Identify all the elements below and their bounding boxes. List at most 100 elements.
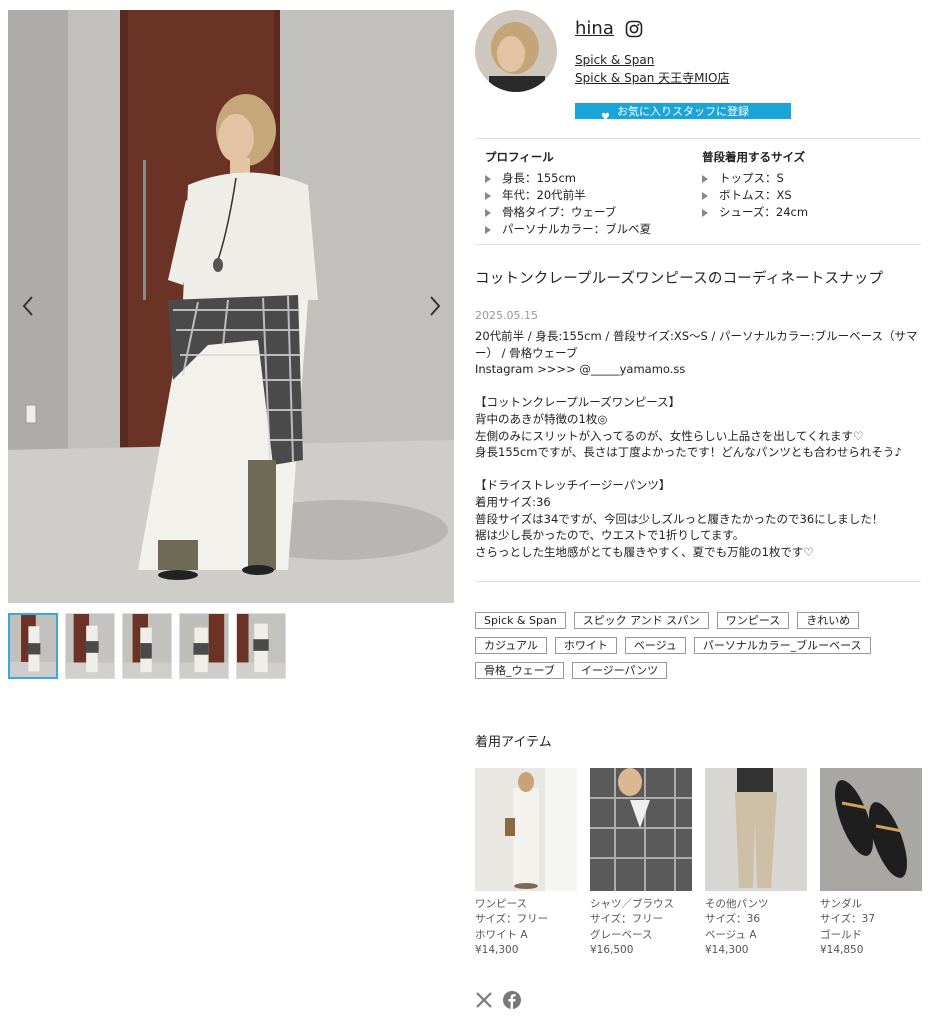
- chevron-right-icon: [430, 296, 441, 316]
- tag[interactable]: Spick & Span: [475, 612, 566, 629]
- article-line: 普段サイズは34ですが、今回は少しズルっと履きたかったので36にしました！: [475, 511, 884, 526]
- item-color: ベージュ A: [705, 928, 757, 941]
- profile-item: 骨格タイプ：ウェーブ: [485, 204, 651, 221]
- size-item-text: トップス：S: [719, 171, 784, 185]
- article-title: コットンクレープルーズワンピースのコーディネートスナップ: [475, 271, 884, 287]
- item-image[interactable]: [475, 768, 577, 891]
- profile-item: 身長：155cm: [485, 170, 651, 187]
- item-size: サイズ：フリー: [475, 913, 549, 926]
- store-link[interactable]: Spick & Span 天王寺MIO店: [575, 69, 729, 86]
- tag[interactable]: イージーパンツ: [571, 662, 668, 679]
- favorite-staff-label: お気に入りスタッフに登録: [617, 105, 749, 118]
- item-color: ゴールド: [820, 928, 862, 941]
- article-line: Instagram >>>> @_____yamamo.ss: [475, 362, 686, 377]
- brand-link[interactable]: Spick & Span: [575, 53, 654, 67]
- share-bar: [475, 991, 521, 1009]
- item-category: ワンピース: [475, 898, 527, 910]
- article-line: 着用サイズ:36: [475, 494, 551, 509]
- thumbnail-3[interactable]: [122, 613, 172, 679]
- chevron-left-icon: [22, 296, 33, 316]
- tag[interactable]: ホワイト: [554, 637, 617, 654]
- tag[interactable]: ワンピース: [716, 612, 790, 629]
- item-category: シャツ／ブラウス: [590, 898, 674, 910]
- article-line: 20代前半 / 身長:155cm / 普段サイズ:XS〜S / パーソナルカラー…: [475, 329, 918, 343]
- item-card[interactable]: その他パンツ サイズ：36 ベージュ A ¥14,300: [705, 768, 807, 958]
- staff-name-link[interactable]: hina: [575, 18, 614, 39]
- item-price: ¥14,850: [820, 943, 864, 956]
- profile-section: プロフィール 身長：155cm 年代：20代前半 骨格タイプ：ウェーブ パーソナ…: [485, 149, 651, 238]
- profile-item-text: 年代：20代前半: [502, 188, 586, 202]
- divider: [475, 138, 921, 139]
- triangle-bullet-icon: [485, 208, 491, 217]
- triangle-bullet-icon: [485, 225, 491, 234]
- item-category: サンダル: [820, 898, 862, 910]
- tag[interactable]: スピック アンド スパン: [573, 612, 709, 629]
- size-item-text: シューズ：24cm: [719, 205, 809, 219]
- prev-photo-button[interactable]: [16, 292, 40, 320]
- item-image[interactable]: [590, 768, 692, 891]
- triangle-bullet-icon: [702, 208, 708, 217]
- article-line: さらっとした生地感がとても履きやすく、夏でも万能の1枚です♡: [475, 544, 814, 559]
- size-item-text: ボトムス：XS: [719, 188, 792, 202]
- item-price: ¥16,500: [590, 943, 634, 956]
- article-line: [475, 461, 921, 478]
- thumbnail-2[interactable]: [65, 613, 115, 679]
- thumbnail-1[interactable]: [8, 613, 58, 679]
- profile-heading: プロフィール: [485, 150, 554, 164]
- instagram-icon[interactable]: [625, 20, 643, 38]
- article-line: 背中のあきが特徴の1枚◎: [475, 411, 608, 426]
- triangle-bullet-icon: [485, 191, 491, 200]
- item-color: グレーベース: [590, 928, 653, 941]
- profile-item: パーソナルカラー：ブルベ夏: [485, 221, 651, 238]
- profile-item-text: 身長：155cm: [502, 171, 576, 185]
- items-heading: 着用アイテム: [475, 735, 552, 750]
- item-price: ¥14,300: [705, 943, 749, 956]
- triangle-bullet-icon: [702, 191, 708, 200]
- size-item: ボトムス：XS: [702, 187, 808, 204]
- tag-list: Spick & Span スピック アンド スパン ワンピース きれいめ カジュ…: [475, 612, 921, 679]
- tag[interactable]: パーソナルカラー_ブルーベース: [693, 637, 871, 654]
- tag[interactable]: ベージュ: [624, 637, 686, 654]
- item-size: サイズ：36: [705, 913, 761, 926]
- thumbnail-4[interactable]: [179, 613, 229, 679]
- favorite-staff-button[interactable]: ♥ お気に入りスタッフに登録: [575, 103, 791, 123]
- sizes-section: 普段着用するサイズ トップス：S ボトムス：XS シューズ：24cm: [702, 149, 808, 221]
- main-photo: [8, 10, 454, 603]
- tag[interactable]: 骨格_ウェーブ: [475, 662, 564, 679]
- item-category: その他パンツ: [705, 898, 769, 910]
- x-icon[interactable]: [475, 991, 493, 1009]
- tag[interactable]: きれいめ: [797, 612, 860, 629]
- tag[interactable]: カジュアル: [475, 637, 547, 654]
- size-item: シューズ：24cm: [702, 204, 808, 221]
- article-line: ー） / 骨格ウェーブ: [475, 345, 578, 360]
- item-price: ¥14,300: [475, 943, 519, 956]
- article-line: 【ドライストレッチイージーパンツ】: [475, 478, 671, 493]
- divider: [475, 244, 921, 245]
- article-line: 左側のみにスリットが入ってるのが、女性らしい上品さを出してくれます♡: [475, 428, 864, 443]
- staff-avatar[interactable]: [475, 10, 557, 92]
- article-line: 裾は少し長かったので、ウエストで1折りしてます。: [475, 528, 745, 543]
- thumbnail-5[interactable]: [236, 613, 286, 679]
- article-date: 2025.05.15: [475, 309, 538, 322]
- item-size: サイズ：フリー: [590, 913, 664, 926]
- sizes-heading: 普段着用するサイズ: [702, 150, 806, 164]
- next-photo-button[interactable]: [423, 292, 447, 320]
- item-size: サイズ：37: [820, 913, 876, 926]
- size-item: トップス：S: [702, 170, 808, 187]
- item-card[interactable]: シャツ／ブラウス サイズ：フリー グレーベース ¥16,500: [590, 768, 692, 958]
- profile-item-text: パーソナルカラー：ブルベ夏: [502, 222, 652, 236]
- thumbnail-strip: [8, 613, 286, 679]
- item-image[interactable]: [705, 768, 807, 891]
- heart-icon: ♥: [601, 112, 610, 123]
- item-image[interactable]: [820, 768, 922, 891]
- item-card[interactable]: サンダル サイズ：37 ゴールド ¥14,850: [820, 768, 922, 958]
- profile-item-text: 骨格タイプ：ウェーブ: [502, 205, 617, 219]
- item-list: ワンピース サイズ：フリー ホワイト A ¥14,300 シャツ／ブラウス サイ…: [475, 768, 922, 958]
- facebook-icon[interactable]: [503, 991, 521, 1009]
- article-line: [475, 378, 921, 395]
- item-card[interactable]: ワンピース サイズ：フリー ホワイト A ¥14,300: [475, 768, 577, 958]
- item-color: ホワイト A: [475, 928, 528, 941]
- article-line: 身長155cmですが、長さは丁度よかったです！どんなパンツとも合わせられそう♪: [475, 445, 902, 460]
- article-body: 20代前半 / 身長:155cm / 普段サイズ:XS〜S / パーソナルカラー…: [475, 328, 921, 560]
- triangle-bullet-icon: [485, 174, 491, 183]
